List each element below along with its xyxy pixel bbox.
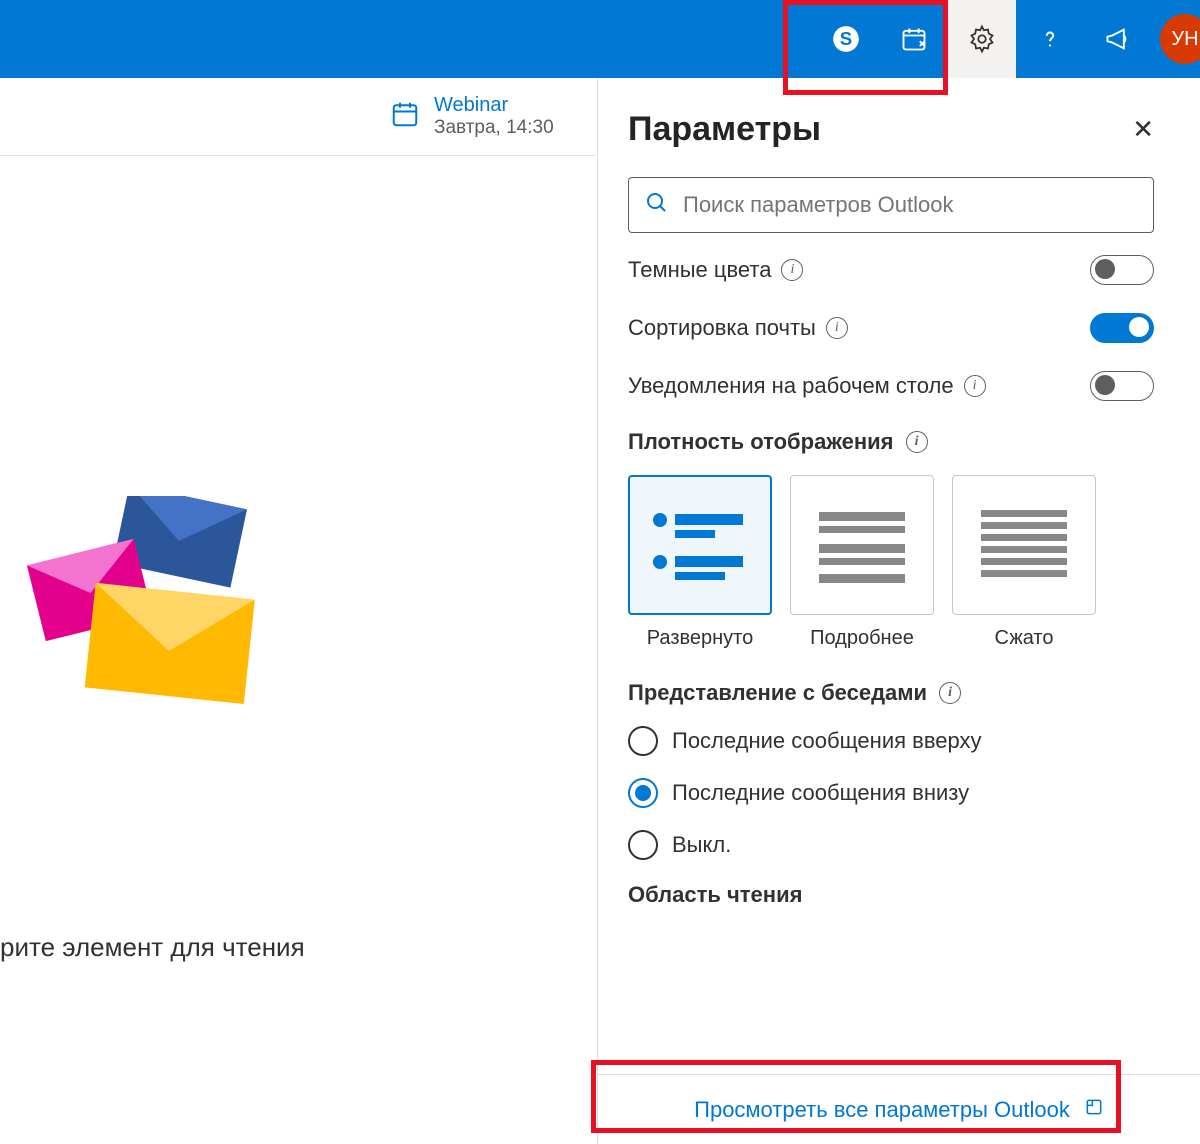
info-icon[interactable]: i <box>939 682 961 704</box>
info-icon[interactable]: i <box>781 259 803 281</box>
info-icon[interactable]: i <box>964 375 986 397</box>
event-time: Завтра, 14:30 <box>434 117 554 139</box>
focused-inbox-label: Сортировка почты <box>628 315 816 341</box>
popout-icon <box>1084 1097 1104 1123</box>
empty-state-illustration <box>20 496 280 706</box>
density-option-medium[interactable] <box>790 475 934 615</box>
reading-pane-section-label: Область чтения <box>628 882 1154 908</box>
panel-title: Параметры <box>628 110 821 149</box>
info-icon[interactable]: i <box>826 317 848 339</box>
reading-pane: рите элемент для чтения <box>0 156 595 1144</box>
density-label-2: Сжато <box>952 627 1096 650</box>
conversation-option-bottom[interactable]: Последние сообщения внизу <box>628 778 1154 808</box>
upcoming-event-bar[interactable]: Webinar Завтра, 14:30 <box>0 78 595 156</box>
avatar[interactable]: УН <box>1160 14 1200 64</box>
settings-icon[interactable] <box>948 0 1016 78</box>
megaphone-icon[interactable] <box>1084 0 1152 78</box>
dark-mode-label: Темные цвета <box>628 257 771 283</box>
density-section-label: Плотность отображения <box>628 429 894 455</box>
close-icon[interactable]: ✕ <box>1132 114 1154 145</box>
settings-search-input[interactable] <box>683 192 1137 218</box>
radio-icon <box>628 726 658 756</box>
event-title: Webinar <box>434 94 554 117</box>
radio-icon <box>628 830 658 860</box>
info-icon[interactable]: i <box>906 431 928 453</box>
svg-text:S: S <box>840 28 852 49</box>
focused-inbox-toggle[interactable] <box>1090 313 1154 343</box>
density-option-compact[interactable] <box>952 475 1096 615</box>
conversation-section-label: Представление с беседами <box>628 680 927 706</box>
density-label-1: Подробнее <box>790 627 934 650</box>
conversation-option-top[interactable]: Последние сообщения вверху <box>628 726 1154 756</box>
desktop-notifications-toggle[interactable] <box>1090 371 1154 401</box>
calendar-add-icon[interactable] <box>880 0 948 78</box>
calendar-icon <box>390 99 420 134</box>
skype-icon[interactable]: S <box>812 0 880 78</box>
header-bar: S УН <box>0 0 1200 78</box>
view-all-label: Просмотреть все параметры Outlook <box>694 1097 1070 1123</box>
help-icon[interactable] <box>1016 0 1084 78</box>
upcoming-event-text: Webinar Завтра, 14:30 <box>434 94 554 139</box>
radio-icon <box>628 778 658 808</box>
settings-panel: Параметры ✕ Темные цвета i Сортировка по… <box>597 78 1200 1144</box>
settings-search[interactable] <box>628 177 1154 233</box>
view-all-settings-link[interactable]: Просмотреть все параметры Outlook <box>598 1074 1200 1144</box>
dark-mode-toggle[interactable] <box>1090 255 1154 285</box>
density-option-full[interactable] <box>628 475 772 615</box>
desktop-notifications-label: Уведомления на рабочем столе <box>628 373 954 399</box>
search-icon <box>645 191 669 220</box>
density-label-0: Развернуто <box>628 627 772 650</box>
conversation-option-off[interactable]: Выкл. <box>628 830 1154 860</box>
reading-pane-prompt: рите элемент для чтения <box>0 932 305 963</box>
